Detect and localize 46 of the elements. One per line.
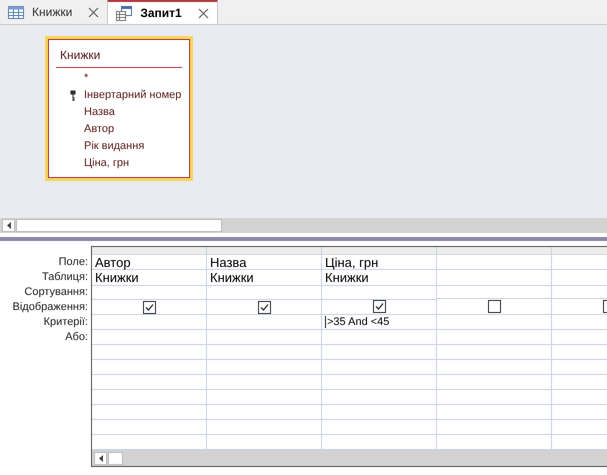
grid-cell[interactable]: >35 And <45 [322, 315, 436, 330]
tab[interactable]: Запит1 [107, 0, 218, 24]
field-name[interactable]: Автор [84, 121, 114, 138]
grid-cell[interactable]: Книжки [207, 270, 321, 286]
field-name[interactable]: * [84, 70, 88, 87]
splitter-bar[interactable] [0, 237, 607, 241]
table-title: Книжки [59, 47, 102, 64]
tab[interactable]: Книжки [0, 0, 108, 24]
grid-cell[interactable] [437, 299, 551, 316]
column-selector[interactable] [322, 247, 436, 255]
row-label: Поле: [58, 255, 88, 270]
left-arrow-icon[interactable] [98, 454, 102, 462]
field-name[interactable]: Інвертарний номер [84, 87, 182, 104]
row-label: Сортування: [24, 285, 88, 300]
grid-cell[interactable]: Книжки [92, 270, 206, 286]
column-selector[interactable] [437, 247, 551, 255]
field-name[interactable]: Назва [84, 104, 115, 121]
key-icon [70, 90, 76, 101]
checkbox[interactable] [372, 300, 386, 314]
left-arrow-icon[interactable] [6, 222, 10, 229]
row-label: Критерії: [44, 315, 88, 330]
close-icon[interactable] [88, 6, 100, 18]
grid-cell[interactable] [92, 300, 206, 316]
table-icon [8, 6, 24, 18]
scrollbar[interactable] [92, 450, 607, 466]
grid-cell[interactable]: Автор [92, 254, 206, 270]
field-name[interactable]: Рік видання [84, 138, 144, 155]
row-label: Таблиця: [42, 270, 88, 285]
scrollbar[interactable] [0, 218, 607, 233]
close-icon[interactable] [198, 8, 209, 18]
query-icon [116, 6, 132, 20]
grid-cell[interactable] [207, 300, 321, 316]
grid-cell[interactable]: Книжки [322, 270, 436, 286]
grid-cell[interactable]: Назва [207, 254, 321, 270]
field-name[interactable]: Ціна, грн [84, 155, 130, 172]
row-label: Або: [65, 330, 88, 345]
checkbox[interactable] [142, 300, 156, 314]
row-label: Відображення: [12, 300, 88, 315]
checkbox[interactable] [488, 300, 500, 314]
column-selector[interactable] [207, 247, 321, 255]
grid-cell[interactable]: Ціна, грн [322, 254, 436, 270]
column-selector[interactable] [92, 247, 206, 255]
grid-cell[interactable] [322, 300, 436, 316]
checkbox[interactable] [258, 300, 270, 314]
scrollbar-thumb[interactable] [16, 219, 222, 232]
scrollbar-thumb[interactable] [108, 452, 123, 464]
